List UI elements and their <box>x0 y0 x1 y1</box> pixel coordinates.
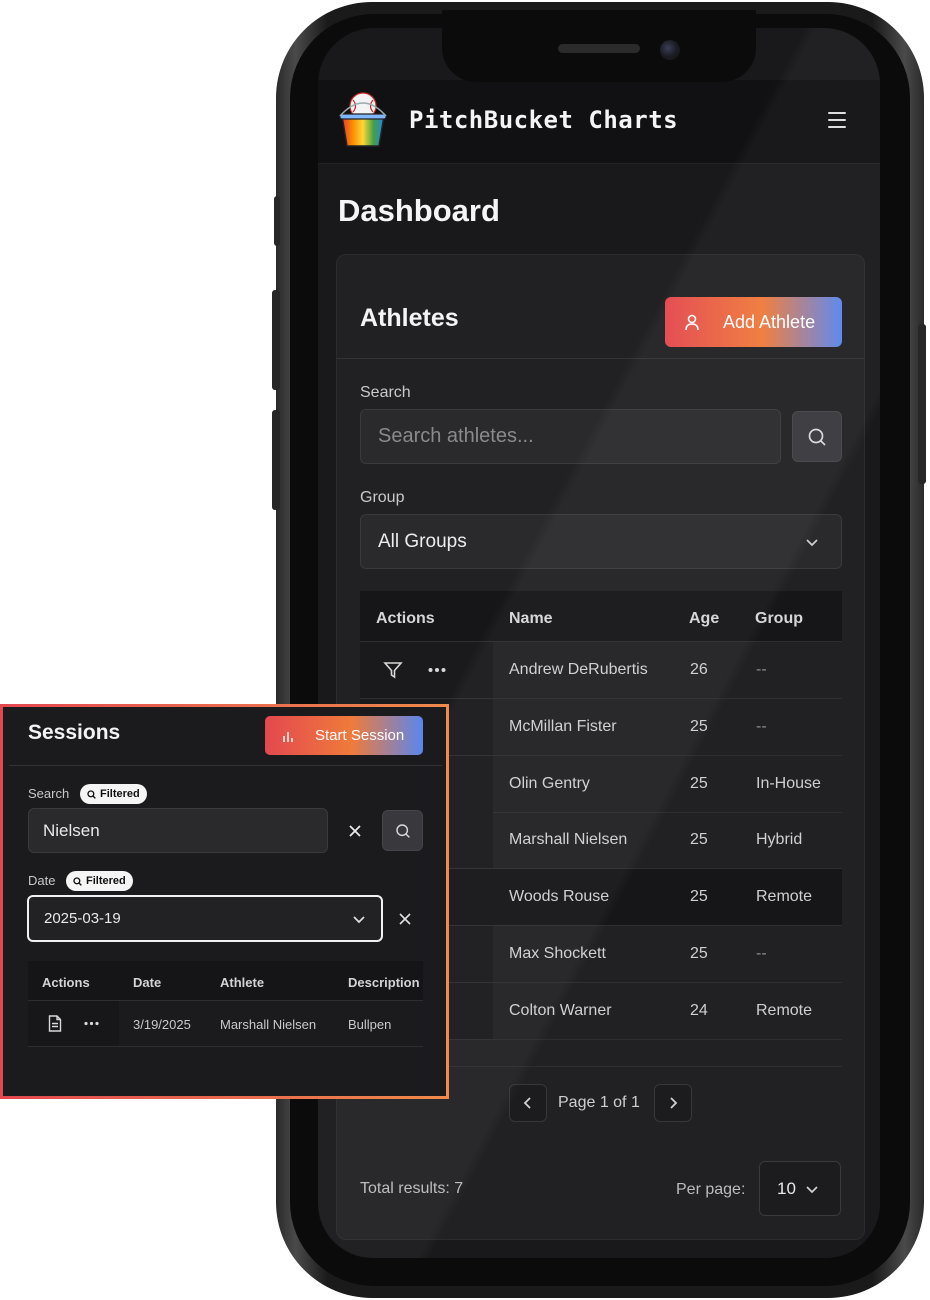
sessions-table-header: Actions Date Athlete Description <box>28 961 423 1001</box>
page-title: Dashboard <box>338 193 500 228</box>
athlete-group: Remote <box>756 888 813 905</box>
phone-camera <box>660 40 680 60</box>
search-icon <box>395 823 410 838</box>
column-header-actions: Actions <box>42 975 90 990</box>
chevron-right-icon <box>670 1097 678 1109</box>
filtered-badge-label: Filtered <box>86 875 126 887</box>
row-actions-cell <box>360 642 493 698</box>
search-icon <box>87 789 96 799</box>
phone-side-button <box>918 324 926 484</box>
athlete-group: Remote <box>756 1002 813 1019</box>
sessions-date-value: 2025-03-19 <box>44 910 121 927</box>
sessions-search-input[interactable]: Nielsen <box>28 808 328 853</box>
phone-side-button <box>272 410 280 510</box>
table-row[interactable]: Andrew DeRubertis 26 -- <box>360 642 842 699</box>
start-session-button[interactable]: Start Session <box>265 716 423 755</box>
document-icon[interactable] <box>48 1015 62 1032</box>
athlete-age: 24 <box>690 1002 708 1019</box>
column-header-athlete[interactable]: Athlete <box>220 975 264 990</box>
athlete-group: -- <box>756 661 767 678</box>
athlete-group: -- <box>756 945 767 962</box>
sessions-title: Sessions <box>28 721 121 744</box>
athlete-name: Woods Rouse <box>509 888 610 905</box>
phone-side-button <box>272 290 280 390</box>
athlete-age: 25 <box>690 718 708 735</box>
page-indicator: Page 1 of 1 <box>558 1094 640 1111</box>
sessions-search-button[interactable] <box>382 810 423 851</box>
filter-icon[interactable] <box>383 660 403 680</box>
bucket-logo-icon <box>339 92 387 147</box>
athlete-search-button[interactable] <box>792 411 842 462</box>
close-icon[interactable] <box>348 824 362 838</box>
sessions-date-label: Date <box>28 873 56 888</box>
chevron-down-icon <box>806 1186 818 1194</box>
athlete-name: Andrew DeRubertis <box>509 661 648 678</box>
user-icon <box>685 314 699 331</box>
athlete-age: 25 <box>690 888 708 905</box>
search-icon <box>73 876 82 886</box>
total-results: Total results: 7 <box>360 1180 464 1197</box>
table-row[interactable]: 3/19/2025 Marshall Nielsen Bullpen <box>28 1001 423 1047</box>
athlete-name: McMillan Fister <box>509 718 617 735</box>
previous-page-button[interactable] <box>509 1084 547 1122</box>
app-navbar: PitchBucket Charts <box>318 80 880 164</box>
sessions-divider <box>9 765 442 766</box>
sessions-search-label: Search <box>28 786 70 801</box>
chevron-left-icon <box>523 1097 531 1109</box>
athlete-age: 25 <box>690 831 708 848</box>
hamburger-menu-icon[interactable] <box>828 112 846 128</box>
per-page-value: 10 <box>777 1178 796 1198</box>
column-header-age[interactable]: Age <box>689 610 719 628</box>
athlete-age: 25 <box>690 775 708 792</box>
per-page-select[interactable]: 10 <box>759 1161 841 1216</box>
column-header-group[interactable]: Group <box>755 610 803 628</box>
add-athlete-label: Add Athlete <box>723 311 816 332</box>
app-title: PitchBucket Charts <box>409 106 679 134</box>
column-header-description[interactable]: Description <box>348 975 420 990</box>
search-icon <box>808 428 826 446</box>
athlete-name: Colton Warner <box>509 1002 612 1019</box>
athlete-age: 25 <box>690 945 708 962</box>
column-header-date[interactable]: Date <box>133 975 161 990</box>
athlete-group: -- <box>756 718 767 735</box>
session-date: 3/19/2025 <box>133 1017 191 1032</box>
session-description: Bullpen <box>348 1017 392 1032</box>
chevron-down-icon <box>806 539 818 547</box>
column-header-actions: Actions <box>376 610 435 627</box>
sessions-date-select[interactable]: 2025-03-19 <box>27 895 383 942</box>
group-select[interactable]: All Groups <box>360 514 842 569</box>
add-athlete-button[interactable]: Add Athlete <box>665 297 842 347</box>
bar-chart-icon <box>283 731 293 742</box>
athletes-table-header: Actions Name Age Group <box>360 591 842 642</box>
start-session-label: Start Session <box>315 727 405 744</box>
filtered-badge: Filtered <box>66 871 133 891</box>
close-icon[interactable] <box>398 912 412 926</box>
group-select-value: All Groups <box>378 530 467 552</box>
next-page-button[interactable] <box>654 1084 692 1122</box>
row-actions-cell <box>28 1001 119 1046</box>
athlete-name: Marshall Nielsen <box>509 831 628 848</box>
athlete-group: Hybrid <box>756 831 803 848</box>
phone-speaker <box>558 44 640 53</box>
search-label: Search <box>360 384 411 401</box>
column-header-name[interactable]: Name <box>509 610 553 628</box>
per-page-label: Per page: <box>676 1181 746 1198</box>
more-horizontal-icon[interactable] <box>428 667 446 673</box>
more-horizontal-icon[interactable] <box>84 1021 99 1026</box>
athlete-search-input[interactable]: Search athletes... <box>360 409 781 464</box>
athletes-title: Athletes <box>360 304 459 332</box>
chevron-down-icon <box>353 916 365 924</box>
athlete-name: Max Shockett <box>509 945 606 962</box>
athlete-name: Olin Gentry <box>509 775 590 792</box>
phone-side-button <box>274 196 280 246</box>
filtered-badge: Filtered <box>80 784 147 804</box>
athlete-group: In-House <box>756 775 821 792</box>
filtered-badge-label: Filtered <box>100 788 140 800</box>
session-athlete: Marshall Nielsen <box>220 1017 317 1032</box>
group-label: Group <box>360 489 405 506</box>
card-divider <box>337 358 864 359</box>
athlete-age: 26 <box>690 661 708 678</box>
